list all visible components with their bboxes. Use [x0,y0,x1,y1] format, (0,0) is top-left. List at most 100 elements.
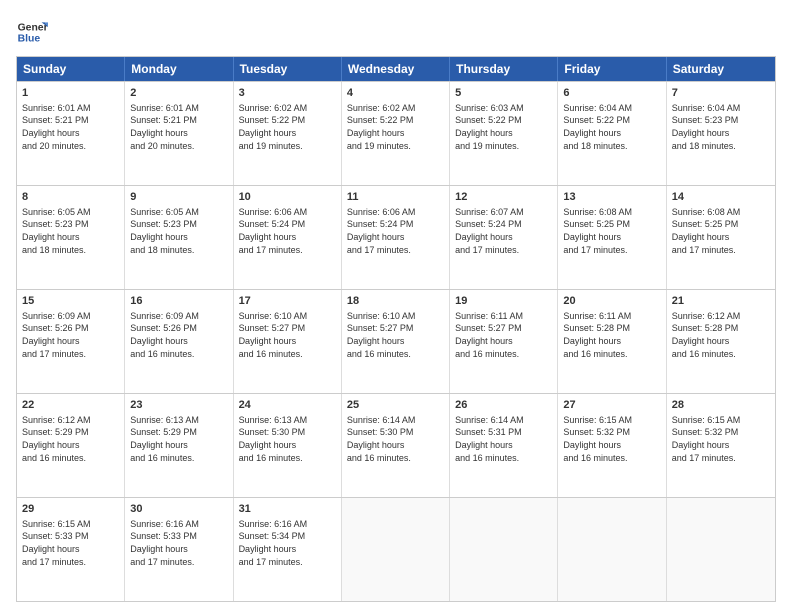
day-info: Sunrise: 6:05 AMSunset: 5:23 PMDaylight … [22,206,119,256]
day-info: Sunrise: 6:08 AMSunset: 5:25 PMDaylight … [563,206,660,256]
cal-cell: 7Sunrise: 6:04 AMSunset: 5:23 PMDaylight… [667,82,775,185]
cal-cell: 21Sunrise: 6:12 AMSunset: 5:28 PMDayligh… [667,290,775,393]
cal-cell: 29Sunrise: 6:15 AMSunset: 5:33 PMDayligh… [17,498,125,601]
header: General Blue [16,16,776,48]
cal-cell: 1Sunrise: 6:01 AMSunset: 5:21 PMDaylight… [17,82,125,185]
day-info: Sunrise: 6:10 AMSunset: 5:27 PMDaylight … [239,310,336,360]
day-info: Sunrise: 6:09 AMSunset: 5:26 PMDaylight … [22,310,119,360]
day-number: 11 [347,190,444,205]
cal-cell: 16Sunrise: 6:09 AMSunset: 5:26 PMDayligh… [125,290,233,393]
day-info: Sunrise: 6:02 AMSunset: 5:22 PMDaylight … [239,102,336,152]
cal-cell: 25Sunrise: 6:14 AMSunset: 5:30 PMDayligh… [342,394,450,497]
day-info: Sunrise: 6:11 AMSunset: 5:28 PMDaylight … [563,310,660,360]
calendar-body: 1Sunrise: 6:01 AMSunset: 5:21 PMDaylight… [17,81,775,601]
day-number: 18 [347,294,444,309]
cal-cell: 28Sunrise: 6:15 AMSunset: 5:32 PMDayligh… [667,394,775,497]
day-number: 9 [130,190,227,205]
day-number: 27 [563,398,660,413]
cal-cell [558,498,666,601]
cal-cell: 24Sunrise: 6:13 AMSunset: 5:30 PMDayligh… [234,394,342,497]
cal-cell: 11Sunrise: 6:06 AMSunset: 5:24 PMDayligh… [342,186,450,289]
day-info: Sunrise: 6:11 AMSunset: 5:27 PMDaylight … [455,310,552,360]
day-number: 3 [239,86,336,101]
day-number: 31 [239,502,336,517]
day-number: 25 [347,398,444,413]
day-info: Sunrise: 6:07 AMSunset: 5:24 PMDaylight … [455,206,552,256]
day-info: Sunrise: 6:10 AMSunset: 5:27 PMDaylight … [347,310,444,360]
day-info: Sunrise: 6:15 AMSunset: 5:32 PMDaylight … [672,414,770,464]
day-info: Sunrise: 6:12 AMSunset: 5:28 PMDaylight … [672,310,770,360]
day-info: Sunrise: 6:02 AMSunset: 5:22 PMDaylight … [347,102,444,152]
day-info: Sunrise: 6:15 AMSunset: 5:32 PMDaylight … [563,414,660,464]
day-info: Sunrise: 6:14 AMSunset: 5:30 PMDaylight … [347,414,444,464]
day-number: 7 [672,86,770,101]
cal-cell: 5Sunrise: 6:03 AMSunset: 5:22 PMDaylight… [450,82,558,185]
cal-cell: 4Sunrise: 6:02 AMSunset: 5:22 PMDaylight… [342,82,450,185]
cal-cell: 2Sunrise: 6:01 AMSunset: 5:21 PMDaylight… [125,82,233,185]
cal-cell: 22Sunrise: 6:12 AMSunset: 5:29 PMDayligh… [17,394,125,497]
cal-cell [342,498,450,601]
day-header-friday: Friday [558,57,666,81]
day-number: 17 [239,294,336,309]
cal-cell: 17Sunrise: 6:10 AMSunset: 5:27 PMDayligh… [234,290,342,393]
day-number: 10 [239,190,336,205]
day-number: 28 [672,398,770,413]
day-number: 19 [455,294,552,309]
day-number: 29 [22,502,119,517]
day-info: Sunrise: 6:01 AMSunset: 5:21 PMDaylight … [22,102,119,152]
day-number: 16 [130,294,227,309]
day-number: 13 [563,190,660,205]
cal-cell: 14Sunrise: 6:08 AMSunset: 5:25 PMDayligh… [667,186,775,289]
day-info: Sunrise: 6:15 AMSunset: 5:33 PMDaylight … [22,518,119,568]
week-row-4: 22Sunrise: 6:12 AMSunset: 5:29 PMDayligh… [17,393,775,497]
svg-text:General: General [18,22,48,33]
day-info: Sunrise: 6:03 AMSunset: 5:22 PMDaylight … [455,102,552,152]
cal-cell: 20Sunrise: 6:11 AMSunset: 5:28 PMDayligh… [558,290,666,393]
week-row-3: 15Sunrise: 6:09 AMSunset: 5:26 PMDayligh… [17,289,775,393]
cal-cell: 3Sunrise: 6:02 AMSunset: 5:22 PMDaylight… [234,82,342,185]
day-number: 14 [672,190,770,205]
week-row-2: 8Sunrise: 6:05 AMSunset: 5:23 PMDaylight… [17,185,775,289]
day-header-thursday: Thursday [450,57,558,81]
day-number: 26 [455,398,552,413]
day-header-saturday: Saturday [667,57,775,81]
day-info: Sunrise: 6:16 AMSunset: 5:34 PMDaylight … [239,518,336,568]
day-number: 23 [130,398,227,413]
day-number: 4 [347,86,444,101]
cal-cell: 13Sunrise: 6:08 AMSunset: 5:25 PMDayligh… [558,186,666,289]
cal-cell: 9Sunrise: 6:05 AMSunset: 5:23 PMDaylight… [125,186,233,289]
day-number: 20 [563,294,660,309]
cal-cell: 23Sunrise: 6:13 AMSunset: 5:29 PMDayligh… [125,394,233,497]
week-row-5: 29Sunrise: 6:15 AMSunset: 5:33 PMDayligh… [17,497,775,601]
day-info: Sunrise: 6:04 AMSunset: 5:22 PMDaylight … [563,102,660,152]
cal-cell: 10Sunrise: 6:06 AMSunset: 5:24 PMDayligh… [234,186,342,289]
day-header-tuesday: Tuesday [234,57,342,81]
day-info: Sunrise: 6:08 AMSunset: 5:25 PMDaylight … [672,206,770,256]
week-row-1: 1Sunrise: 6:01 AMSunset: 5:21 PMDaylight… [17,81,775,185]
logo: General Blue [16,16,48,48]
cal-cell: 19Sunrise: 6:11 AMSunset: 5:27 PMDayligh… [450,290,558,393]
cal-cell: 6Sunrise: 6:04 AMSunset: 5:22 PMDaylight… [558,82,666,185]
day-info: Sunrise: 6:14 AMSunset: 5:31 PMDaylight … [455,414,552,464]
cal-cell: 15Sunrise: 6:09 AMSunset: 5:26 PMDayligh… [17,290,125,393]
cal-cell: 12Sunrise: 6:07 AMSunset: 5:24 PMDayligh… [450,186,558,289]
day-info: Sunrise: 6:09 AMSunset: 5:26 PMDaylight … [130,310,227,360]
day-number: 21 [672,294,770,309]
day-info: Sunrise: 6:12 AMSunset: 5:29 PMDaylight … [22,414,119,464]
day-header-sunday: Sunday [17,57,125,81]
day-number: 24 [239,398,336,413]
day-info: Sunrise: 6:06 AMSunset: 5:24 PMDaylight … [347,206,444,256]
day-info: Sunrise: 6:05 AMSunset: 5:23 PMDaylight … [130,206,227,256]
cal-cell: 31Sunrise: 6:16 AMSunset: 5:34 PMDayligh… [234,498,342,601]
day-number: 5 [455,86,552,101]
day-number: 1 [22,86,119,101]
day-info: Sunrise: 6:01 AMSunset: 5:21 PMDaylight … [130,102,227,152]
calendar: SundayMondayTuesdayWednesdayThursdayFrid… [16,56,776,602]
day-info: Sunrise: 6:13 AMSunset: 5:30 PMDaylight … [239,414,336,464]
page: General Blue SundayMondayTuesdayWednesda… [0,0,792,612]
cal-cell: 26Sunrise: 6:14 AMSunset: 5:31 PMDayligh… [450,394,558,497]
day-info: Sunrise: 6:13 AMSunset: 5:29 PMDaylight … [130,414,227,464]
day-number: 2 [130,86,227,101]
logo-icon: General Blue [16,16,48,48]
day-number: 6 [563,86,660,101]
